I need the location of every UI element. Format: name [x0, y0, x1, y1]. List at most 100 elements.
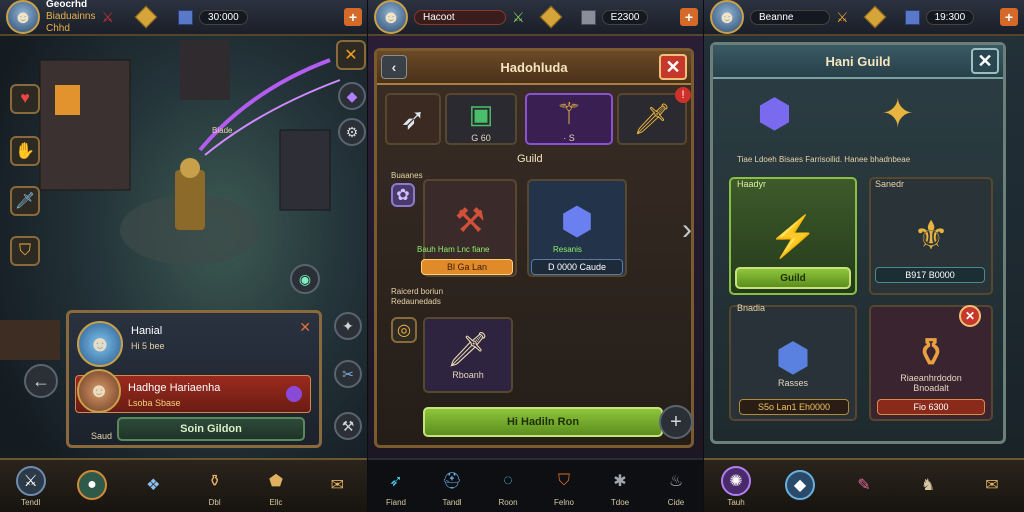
nav-item-3[interactable]: ◌ Roon [493, 466, 523, 507]
card2-price[interactable]: B917 B0000 [875, 267, 985, 283]
player-name-plate[interactable]: Geocrhd Biaduainns Chhd [46, 0, 95, 35]
portal-icon[interactable]: ◉ [290, 264, 320, 294]
player-avatar[interactable]: ☻ [6, 0, 40, 34]
nav-item-4[interactable]: ♞ [913, 470, 943, 502]
nav-label: Ellc [269, 497, 283, 507]
dialog-header: ‹ Hadohluda ✕ [377, 51, 691, 85]
guild-panel: ☻ Beanne ⚔ 19:300 + Hani Guild ✕ ⬢ ✦ Tia… [704, 0, 1024, 512]
item-label: G 60 [471, 133, 491, 143]
close-icon[interactable]: ✕ [299, 319, 311, 336]
tools-icon[interactable]: ✂ [334, 360, 362, 388]
dialog-title: Hadohluda [500, 59, 568, 75]
card3-price[interactable]: S5o Lan1 Eh0000 [739, 399, 849, 415]
potion-slot-icon[interactable]: ✿ [391, 183, 415, 207]
card4-remove-button[interactable]: ✕ [959, 305, 981, 327]
nav-item-4[interactable]: ⛉ Felno [549, 466, 579, 507]
ring-nav-icon: ◌ [503, 471, 513, 489]
hammer-icon[interactable]: ⚒ [334, 412, 362, 440]
nav-item-6[interactable]: ♨ Cide [661, 466, 691, 507]
player-avatar[interactable]: ☻ [710, 0, 744, 34]
orb-icon[interactable]: ◆ [338, 82, 366, 110]
player-name: Hacoot [414, 9, 506, 25]
add-button[interactable]: + [659, 405, 693, 439]
dagger-icon: 🗡 [446, 331, 490, 369]
world-map-panel: ☻ Geocrhd Biaduainns Chhd ⚔ 30:000 + ♥ ✋… [0, 0, 368, 512]
card3-sub: Rasses [777, 378, 808, 388]
guild-button[interactable]: Guild [735, 267, 851, 289]
back-arrow-button[interactable]: ← [24, 364, 58, 398]
nav-item-2[interactable]: ● [76, 470, 107, 502]
nav-item-5[interactable]: ✱ Tdoe [605, 466, 635, 507]
nav-item-2[interactable]: ⛑ Tandl [437, 466, 467, 507]
shop-dialog: ‹ Hadohluda ✕ ➶ ▣ G 60 ⚚ · S 🗡 ! Guild Bua… [374, 48, 694, 448]
join-button[interactable]: Soin Gildon [117, 417, 305, 441]
golden-relic-icon: ⚜ [913, 214, 949, 258]
nav-item-4[interactable]: ⚱ Dbl [200, 466, 230, 507]
nav-item-6[interactable]: ✉ [322, 470, 352, 502]
close-button[interactable]: ✕ [971, 48, 999, 74]
guild-button-label: Guild [780, 272, 806, 284]
add-currency-button[interactable]: + [680, 8, 698, 26]
side-sword-icon[interactable]: 🗡 [10, 186, 40, 216]
nav-item-5[interactable]: ✉ [977, 470, 1007, 502]
next-arrow-icon[interactable]: › [682, 200, 702, 260]
player-level: Chhd [46, 23, 70, 34]
card2-price[interactable]: D 0000 Caude [531, 259, 623, 275]
card2-label: Sanedr [875, 179, 905, 189]
compass-icon[interactable]: ⚙ [338, 118, 366, 146]
nav-label: Tdoe [610, 497, 630, 507]
nav-item-1[interactable]: ✺ Tauh [721, 465, 751, 507]
player-name: Beanne [750, 9, 830, 25]
sword-icon[interactable]: ⚔ [836, 9, 849, 26]
notification-badge: ! [675, 87, 691, 103]
coin-slot-icon[interactable]: ◎ [391, 317, 417, 343]
gold-icon [134, 5, 158, 29]
friend2-subtitle: Lsoba Sbase [128, 398, 181, 408]
gold-icon [863, 5, 886, 29]
bag-nav-icon: ✉ [330, 477, 344, 494]
nav-item-3[interactable]: ✎ [849, 470, 879, 502]
item-slot-2[interactable]: ▣ G 60 [445, 93, 517, 145]
crystal-icon [904, 9, 920, 25]
featured-gold-icon: ✦ [881, 92, 915, 136]
settings-icon[interactable]: ✦ [334, 312, 362, 340]
sword-icon[interactable]: ⚔ [101, 9, 114, 26]
add-currency-button[interactable]: + [1000, 8, 1018, 26]
add-currency-button[interactable]: + [344, 8, 362, 26]
hud-label: Biade [212, 126, 233, 135]
side-heart-icon[interactable]: ♥ [10, 84, 40, 114]
friend2-avatar[interactable]: ☻ [77, 369, 121, 413]
featured-gem-icon: ⬢ [757, 92, 792, 136]
currency-value: 19:300 [925, 9, 975, 25]
spellbook-icon: ▣ [468, 98, 494, 129]
shop-card-3[interactable]: 🗡 Rboanh [423, 317, 513, 393]
card1-label: Haadyr [737, 179, 767, 189]
item-slot-1[interactable]: ➶ [385, 93, 441, 145]
shield-nav-icon: ⛉ [557, 471, 570, 489]
nav-item-1[interactable]: ⚔ Tendl [15, 465, 46, 507]
card4-price[interactable]: Fio 6300 [877, 399, 985, 415]
scroll-nav-icon: ⚱ [207, 472, 222, 490]
item-slot-3[interactable]: ⚚ · S [525, 93, 613, 145]
nav-item-3[interactable]: ❖ [138, 470, 168, 502]
bottom-nav: ✺ Tauh ◆ ✎ ♞ ✉ [704, 458, 1024, 512]
crystal-icon [178, 9, 194, 25]
nav-item-2[interactable]: ◆ [785, 470, 815, 502]
player-avatar[interactable]: ☻ [374, 0, 408, 34]
friend1-avatar[interactable]: ☻ [77, 321, 123, 367]
close-button[interactable]: ✕ [659, 54, 687, 80]
nav-item-5[interactable]: ⬟ Ellc [261, 466, 291, 507]
bottom-nav: ➶ Fiand ⛑ Tandl ◌ Roon ⛉ Felno ✱ Tdoe ♨ Cide [368, 458, 704, 512]
side-hand-icon[interactable]: ✋ [10, 136, 40, 166]
sword-icon[interactable]: ⚔ [512, 9, 525, 26]
nav-label: Felno [553, 497, 574, 507]
nav-item-1[interactable]: ➶ Fiand [381, 466, 411, 507]
nav-label: Cide [667, 497, 685, 507]
bag-nav-icon: ✉ [985, 477, 999, 494]
crossed-swords-icon[interactable]: ✕ [336, 40, 366, 70]
back-button[interactable]: ‹ [381, 55, 407, 79]
main-action-button[interactable]: Hi Hadiln Ron [423, 407, 663, 437]
player-subtitle: Biaduainns [46, 11, 96, 22]
side-shield-icon[interactable]: ⛉ [10, 236, 40, 266]
card1-price[interactable]: Bl Ga Lan [421, 259, 513, 275]
